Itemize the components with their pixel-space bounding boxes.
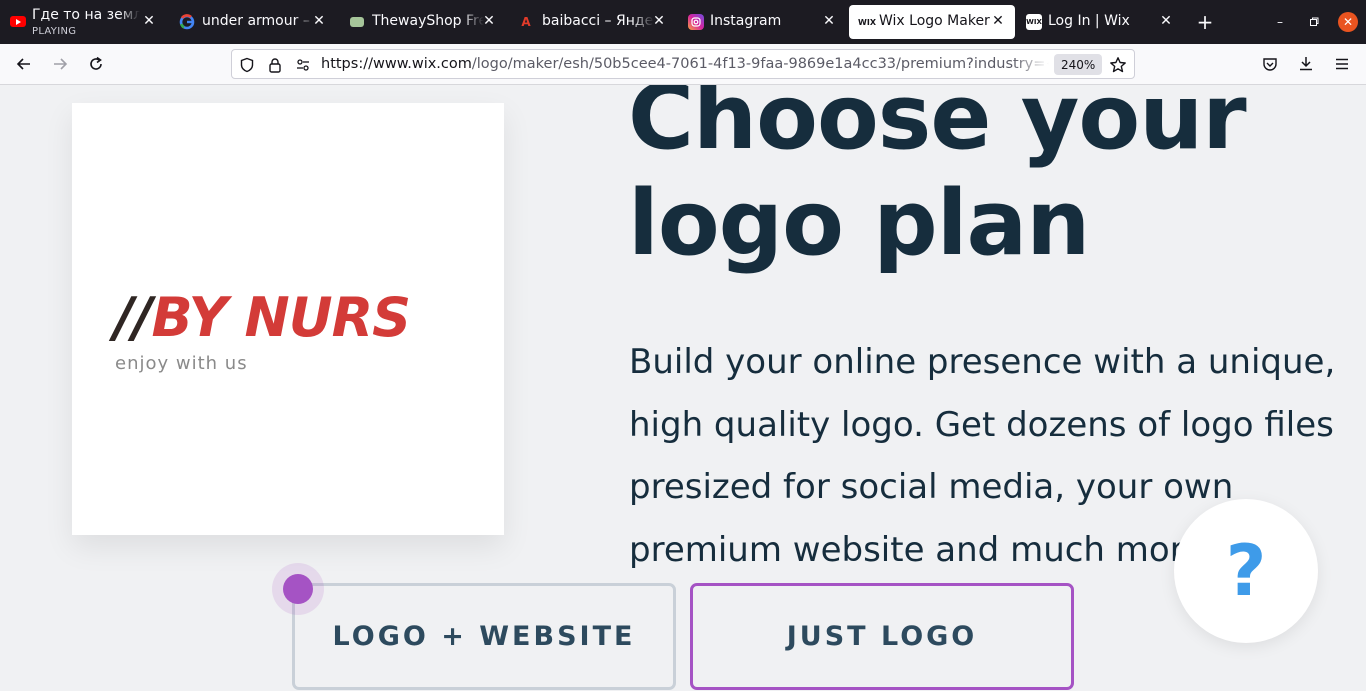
- tab-instagram[interactable]: Instagram ✕: [680, 0, 846, 44]
- just-logo-plan-button[interactable]: JUST LOGO: [690, 583, 1074, 690]
- lock-icon[interactable]: [266, 56, 284, 74]
- tab-wix-login[interactable]: WIX Log In | Wix ✕: [1017, 0, 1183, 44]
- menu-icon[interactable]: [1330, 52, 1354, 76]
- tab-wix-logo-maker[interactable]: WIX Wix Logo Maker ✕: [849, 5, 1015, 39]
- yandex-translate-icon: A: [521, 15, 531, 29]
- youtube-icon: [10, 16, 26, 27]
- close-tab-icon[interactable]: ✕: [650, 12, 668, 30]
- tab-title: baibacci – Яндекс: [542, 13, 654, 29]
- new-tab-button[interactable]: +: [1194, 10, 1216, 34]
- description-line: Build your online presence with a unique…: [629, 342, 1336, 382]
- maximize-icon[interactable]: [1304, 12, 1324, 32]
- tab-yandex[interactable]: A baibacci – Яндекс ✕: [510, 0, 676, 44]
- logo-tagline: enjoy with us: [115, 353, 248, 374]
- url-text[interactable]: https://www.wix.com/logo/maker/esh/50b5c…: [321, 56, 1049, 72]
- page-title-line-2: logo plan: [628, 171, 1090, 276]
- tab-title: Где то на земле: [32, 7, 140, 23]
- page-title: Choose your logo plan: [628, 85, 1348, 277]
- downloads-icon[interactable]: [1294, 52, 1318, 76]
- wix-icon: WIX: [1026, 14, 1042, 30]
- close-tab-icon[interactable]: ✕: [310, 12, 328, 30]
- logo-website-plan-button[interactable]: LOGO + WEBSITE: [292, 583, 676, 690]
- tab-google[interactable]: under armour – G ✕: [170, 0, 336, 44]
- page-content: //BY NURS enjoy with us Choose your logo…: [0, 85, 1366, 691]
- page-title-line-1: Choose your: [628, 85, 1247, 170]
- close-tab-icon[interactable]: ✕: [480, 12, 498, 30]
- shield-icon[interactable]: [238, 56, 256, 74]
- bookmark-star-icon[interactable]: [1109, 56, 1127, 74]
- instagram-icon: [688, 14, 704, 30]
- permissions-icon[interactable]: [294, 56, 312, 74]
- tab-youtube[interactable]: Где то на земле PLAYING ✕: [0, 0, 166, 44]
- url-bar[interactable]: https://www.wix.com/logo/maker/esh/50b5c…: [231, 49, 1135, 79]
- back-icon[interactable]: [12, 52, 36, 76]
- wix-icon: WIX: [858, 17, 876, 27]
- cursor-dot: [283, 574, 313, 604]
- tab-title: under armour – G: [202, 13, 317, 29]
- forward-icon[interactable]: [48, 52, 72, 76]
- minimize-icon[interactable]: –: [1270, 12, 1290, 32]
- tab-title: Wix Logo Maker: [879, 13, 990, 29]
- close-tab-icon[interactable]: ✕: [1157, 12, 1175, 30]
- close-window-icon[interactable]: ✕: [1338, 12, 1358, 32]
- logo-name: BY NURS: [151, 286, 411, 349]
- tab-playing-label: PLAYING: [32, 26, 77, 37]
- help-button[interactable]: ?: [1174, 499, 1318, 643]
- reload-icon[interactable]: [84, 52, 108, 76]
- tab-title: Log In | Wix: [1048, 13, 1130, 29]
- google-icon: [179, 14, 195, 30]
- tab-thewayshop[interactable]: ThewayShop Free ✕: [340, 0, 506, 44]
- navigation-toolbar: https://www.wix.com/logo/maker/esh/50b5c…: [0, 44, 1366, 85]
- close-tab-icon[interactable]: ✕: [989, 12, 1007, 30]
- logo-preview-card: //BY NURS enjoy with us: [72, 103, 504, 535]
- zoom-level-badge[interactable]: 240%: [1054, 54, 1103, 75]
- description-line: high quality logo. Get dozens of logo fi…: [629, 404, 1334, 445]
- close-tab-icon[interactable]: ✕: [140, 12, 158, 30]
- tab-title: ThewayShop Free: [372, 13, 484, 29]
- close-tab-icon[interactable]: ✕: [820, 12, 838, 30]
- tab-strip: Где то на земле PLAYING ✕ under armour –…: [0, 0, 1366, 44]
- pocket-icon[interactable]: [1258, 52, 1282, 76]
- url-path: /logo/maker/esh/50b5cee4-7061-4f13-9faa-…: [471, 56, 1049, 72]
- logo-slash: //: [114, 286, 152, 349]
- url-domain: https://www.wix.com: [321, 56, 472, 72]
- site-icon: [350, 17, 364, 27]
- tab-title: Instagram: [710, 13, 782, 29]
- logo-wordmark: //BY NURS: [114, 288, 474, 348]
